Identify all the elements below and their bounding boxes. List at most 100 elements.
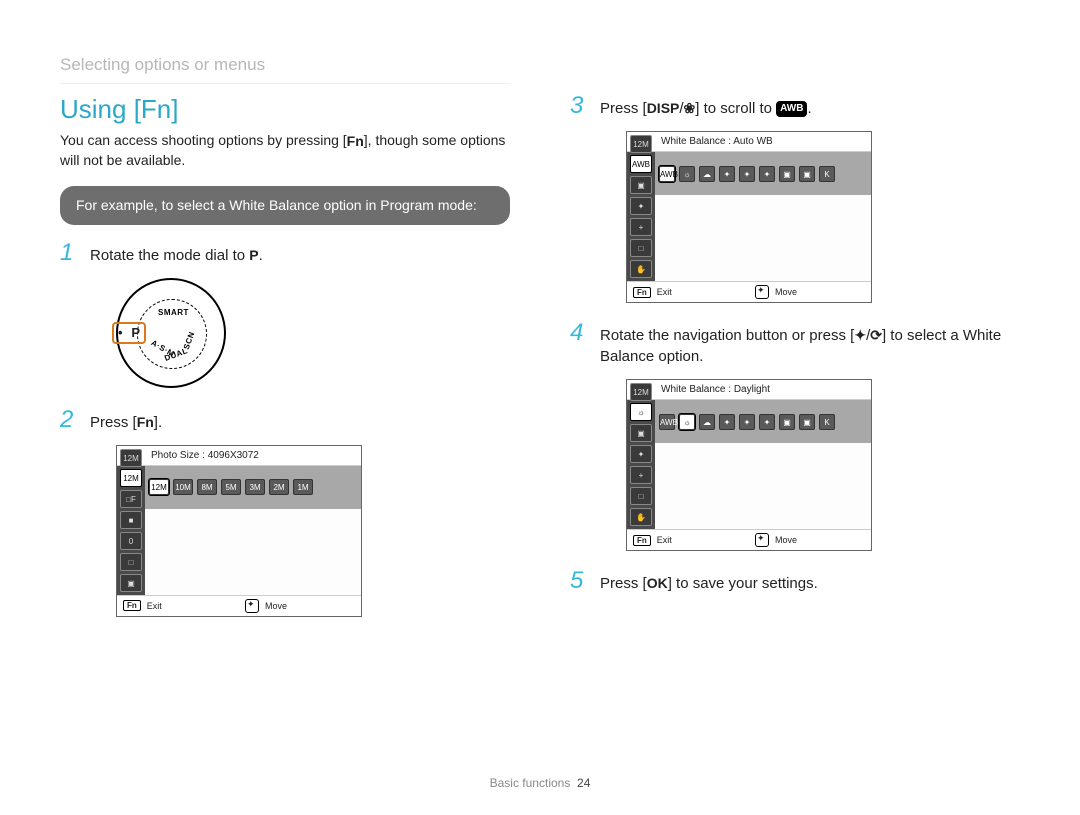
side-icon: ✋ [630,508,652,526]
fn-badge-icon: Fn [633,535,651,546]
ok-glyph: OK [647,574,668,594]
side-icon-top: 12M [630,135,652,153]
side-icon: ▣ [120,574,142,592]
option-item: ✦ [719,166,735,182]
side-icon: ☼ [630,403,652,421]
option-item: 12M [149,479,169,495]
side-icon: □ [120,553,142,571]
move-label: Move [265,601,287,611]
lcd-body: ☼ ▣ ✦ + □ ✋ AWB ☼ ☁ ✦ ✦ [627,400,871,529]
option-item: 10M [173,479,193,495]
option-item: ▣ [779,414,795,430]
side-icon: □ [630,239,652,257]
footer-page-number: 24 [577,776,590,790]
left-nav-icon: ✦ [854,326,866,346]
side-icon: AWB [630,155,652,173]
option-item: 1M [293,479,313,495]
fn-glyph: Fn [347,132,364,151]
step-text: Rotate the mode dial to P. [90,241,263,266]
move-label: Move [775,287,797,297]
step5-text-a: Press [ [600,575,647,592]
exit-label: Exit [657,535,672,545]
lcd-canvas [655,195,871,281]
fn-glyph: Fn [137,413,154,433]
side-icon: + [630,466,652,484]
lcd-footer: Fn Exit Move [627,529,871,550]
step5-text-b: ] to save your settings. [668,575,818,592]
side-icon: ▣ [630,424,652,442]
fn-badge-icon: Fn [123,600,141,611]
option-item: ☼ [679,414,695,430]
page-footer: Basic functions 24 [0,776,1080,790]
nav-badge-icon [755,533,769,547]
step-text: Press [DISP/❀] to scroll to AWB. [600,94,812,119]
lcd-title: 12M Photo Size : 4096X3072 [117,446,361,466]
lcd-footer-exit: Fn Exit [117,596,239,616]
step-3: 3 Press [DISP/❀] to scroll to AWB. [570,94,1020,119]
step-2: 2 Press [Fn]. [60,408,510,433]
lcd-screenshot-photo-size: 12M Photo Size : 4096X3072 12M □F ■ 0 □ … [116,445,362,617]
step-number: 2 [60,408,80,432]
lcd-footer-move: Move [239,596,361,616]
option-item: ☁ [699,166,715,182]
lcd-footer-exit: Fn Exit [627,282,749,302]
option-item: ✦ [759,414,775,430]
right-column: 3 Press [DISP/❀] to scroll to AWB. 12M W… [570,94,1020,635]
side-icon: 0 [120,532,142,550]
side-icon: ■ [120,511,142,529]
dial-p-highlight: P [112,322,146,344]
lcd-screenshot-wb-daylight: 12M White Balance : Daylight ☼ ▣ ✦ + □ ✋ [626,379,872,551]
lcd-title: 12M White Balance : Daylight [627,380,871,400]
side-icon: ✋ [630,260,652,278]
timer-icon: ⟳ [870,326,882,346]
option-item: ▣ [799,166,815,182]
side-icon-top: 12M [120,449,142,467]
lcd-title-text: Photo Size : 4096X3072 [151,450,259,461]
side-icon: ✦ [630,445,652,463]
step-text: Rotate the navigation button or press [✦… [600,321,1020,367]
lcd-options: 12M 10M 8M 5M 3M 2M 1M [145,466,361,509]
footer-section: Basic functions [490,776,571,790]
nav-badge-icon [755,285,769,299]
step3-text-a: Press [ [600,100,647,117]
side-icon: □ [630,487,652,505]
step-5: 5 Press [OK] to save your settings. [570,569,1020,594]
option-item: ▣ [799,414,815,430]
awb-glyph: AWB [776,101,807,117]
exit-label: Exit [657,287,672,297]
side-icon: ✦ [630,197,652,215]
step-number: 1 [60,241,80,265]
lcd-title-text: White Balance : Daylight [661,384,770,395]
step2-text-b: ]. [154,414,162,431]
lcd-footer: Fn Exit Move [117,595,361,616]
lcd-title: 12M White Balance : Auto WB [627,132,871,152]
lcd-canvas [145,509,361,595]
lcd-title-text: White Balance : Auto WB [661,136,773,147]
section-title: Using [Fn] [60,94,510,125]
option-item: ✦ [739,414,755,430]
option-item: ☁ [699,414,715,430]
step-4: 4 Rotate the navigation button or press … [570,321,1020,367]
example-note: For example, to select a White Balance o… [60,186,510,225]
nav-badge-icon [245,599,259,613]
step1-text-a: Rotate the mode dial to [90,247,249,264]
option-item: 2M [269,479,289,495]
lcd-options: AWB ☼ ☁ ✦ ✦ ✦ ▣ ▣ K [655,400,871,443]
breadcrumb: Selecting options or menus [60,55,510,84]
step2-text-a: Press [ [90,414,137,431]
step3-text-c: . [807,100,811,117]
option-item: K [819,414,835,430]
side-icon: + [630,218,652,236]
step4-text-a: Rotate the navigation button or press [ [600,327,854,344]
step-1: 1 Rotate the mode dial to P. [60,241,510,266]
mode-dial-figure: SMART A·S·M DUAL SCN P [116,278,510,388]
lcd-body: AWB ▣ ✦ + □ ✋ AWB ☼ ☁ ✦ ✦ [627,152,871,281]
manual-page: Selecting options or menus Using [Fn] Yo… [0,0,1080,815]
step-text: Press [Fn]. [90,408,162,433]
option-item: 8M [197,479,217,495]
lcd-main: AWB ☼ ☁ ✦ ✦ ✦ ▣ ▣ K [655,400,871,529]
two-column-layout: Using [Fn] You can access shooting optio… [60,94,1020,635]
step-number: 3 [570,94,590,118]
option-item: ▣ [779,166,795,182]
dial-label-smart: SMART [158,308,189,317]
